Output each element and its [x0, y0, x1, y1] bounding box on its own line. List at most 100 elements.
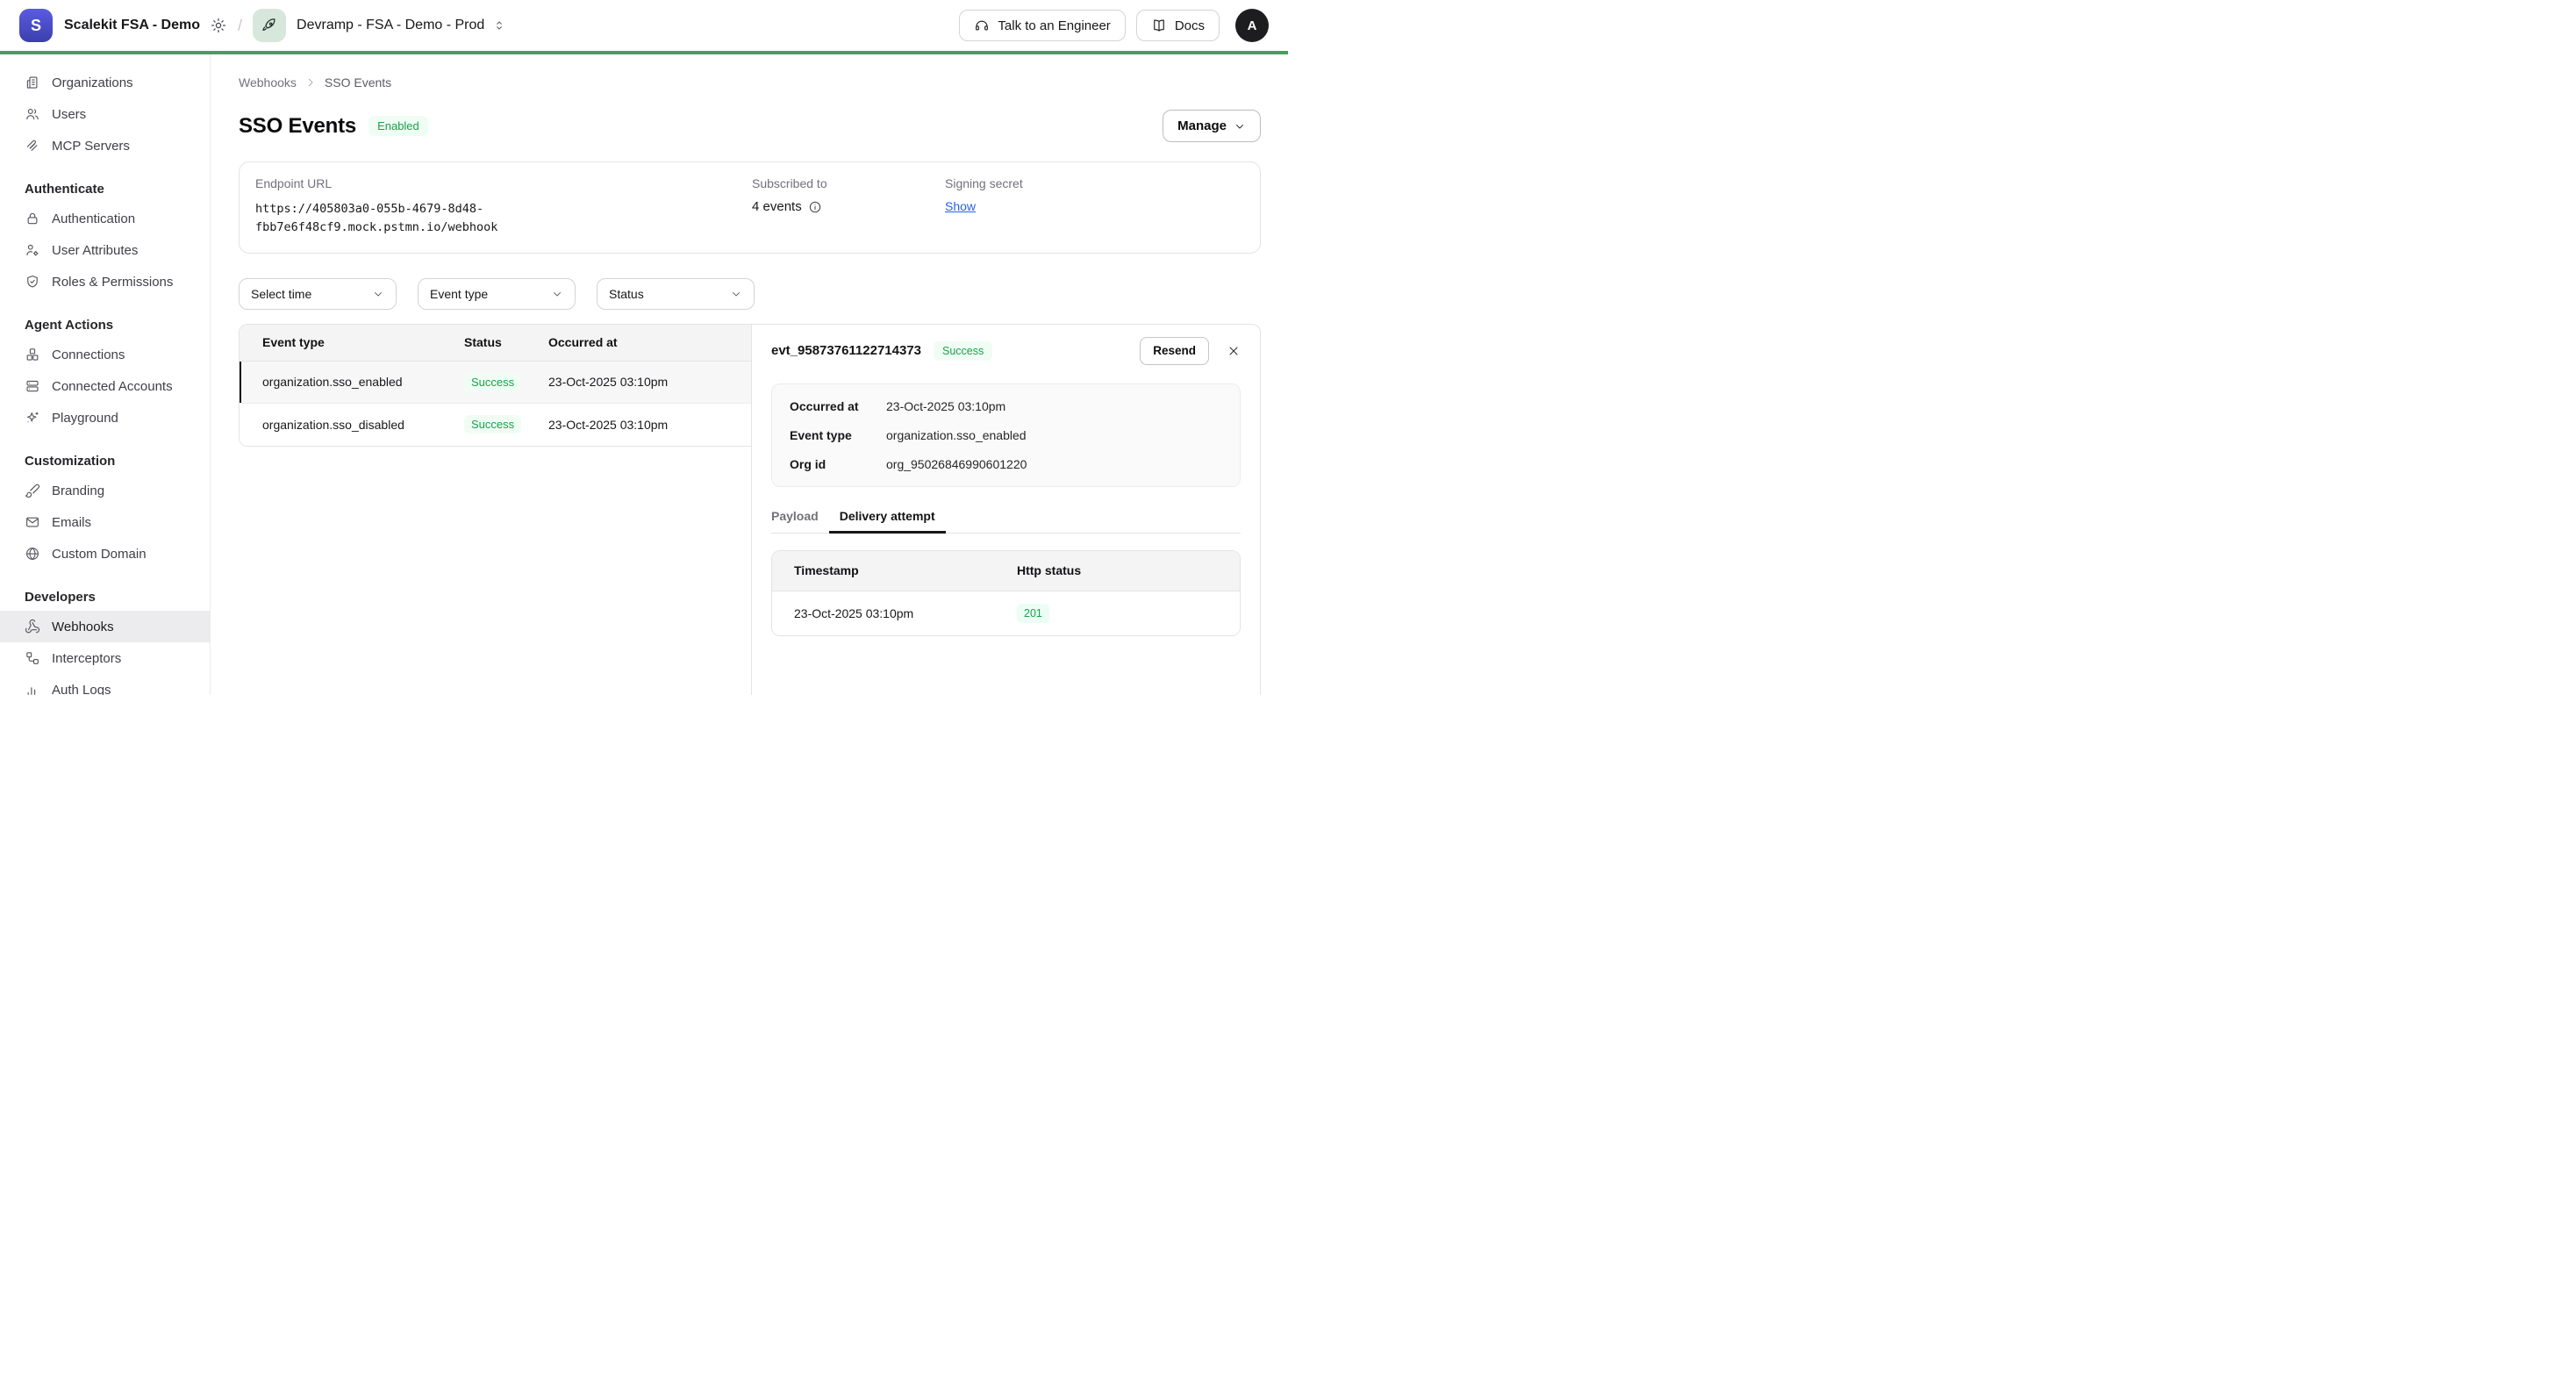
timestamp-cell: 23-Oct-2025 03:10pm — [772, 606, 1017, 620]
status-filter-label: Status — [609, 287, 644, 301]
sidebar-label: Interceptors — [52, 651, 121, 666]
filters-row: Select time Event type Status — [239, 278, 1261, 310]
breadcrumb-webhooks[interactable]: Webhooks — [239, 75, 297, 90]
sidebar-item-playground[interactable]: Playground — [0, 402, 210, 433]
sidebar-item-roles-permissions[interactable]: Roles & Permissions — [0, 266, 210, 297]
column-timestamp: Timestamp — [772, 563, 1017, 577]
interceptor-nodes-icon — [25, 650, 40, 666]
status-filter-dropdown[interactable]: Status — [597, 278, 755, 310]
shield-check-icon — [25, 274, 40, 290]
resend-button[interactable]: Resend — [1140, 337, 1209, 365]
mcp-icon — [25, 138, 40, 154]
sidebar-item-user-attributes[interactable]: User Attributes — [0, 234, 210, 266]
chevron-right-icon — [304, 76, 317, 89]
chevron-down-icon — [372, 288, 384, 300]
meta-row-org-id: Org id org_95026846990601220 — [790, 457, 1222, 471]
sparkle-icon — [25, 410, 40, 426]
sidebar-item-connections[interactable]: Connections — [0, 339, 210, 370]
webhook-icon — [25, 619, 40, 634]
page-header: SSO Events Enabled Manage — [239, 110, 1261, 142]
sidebar-label: Branding — [52, 484, 104, 498]
events-list-panel: Event type Status Occurred at organizati… — [239, 324, 751, 695]
subscribed-info-button[interactable] — [808, 200, 822, 214]
sidebar-item-emails[interactable]: Emails — [0, 506, 210, 538]
event-type-cell: organization.sso_enabled — [240, 375, 464, 389]
event-meta-card: Occurred at 23-Oct-2025 03:10pm Event ty… — [771, 383, 1241, 487]
gear-icon — [210, 17, 227, 34]
lock-icon — [25, 211, 40, 226]
delivery-attempts-table: Timestamp Http status 23-Oct-2025 03:10p… — [771, 550, 1241, 636]
column-occurred-at: Occurred at — [548, 335, 751, 349]
talk-to-engineer-label: Talk to an Engineer — [998, 18, 1110, 33]
endpoint-url-block: Endpoint URL https://405803a0-055b-4679-… — [255, 176, 752, 237]
workspace-name[interactable]: Scalekit FSA - Demo — [64, 18, 200, 33]
delivery-attempt-row[interactable]: 23-Oct-2025 03:10pm 201 — [772, 591, 1240, 635]
sidebar-section-customization: Customization — [0, 454, 210, 469]
occurred-at-cell: 23-Oct-2025 03:10pm — [548, 375, 751, 389]
close-icon — [1227, 344, 1241, 358]
sidebar-item-users[interactable]: Users — [0, 98, 210, 130]
tab-payload[interactable]: Payload — [771, 509, 829, 534]
sidebar-item-auth-logs[interactable]: Auth Logs — [0, 674, 210, 695]
building-icon — [25, 75, 40, 90]
event-status-badge: Success — [934, 341, 992, 361]
breadcrumb-sso-events: SSO Events — [325, 75, 391, 90]
meta-value: organization.sso_enabled — [886, 428, 1027, 442]
event-detail-panel: evt_95873761122714373 Success Resend Occ… — [751, 324, 1261, 695]
workspace-logo[interactable]: S — [19, 9, 53, 42]
workspace-settings-button[interactable] — [210, 17, 227, 34]
endpoint-summary-card: Endpoint URL https://405803a0-055b-4679-… — [239, 161, 1261, 254]
docs-button[interactable]: Docs — [1136, 10, 1220, 41]
sidebar-section-authenticate: Authenticate — [0, 182, 210, 197]
meta-value: 23-Oct-2025 03:10pm — [886, 399, 1005, 413]
endpoint-url-value: https://405803a0-055b-4679-8d48- fbb7e6f… — [255, 200, 505, 237]
close-detail-button[interactable] — [1227, 344, 1241, 358]
table-row-sso-enabled[interactable]: organization.sso_enabled Success 23-Oct-… — [240, 362, 751, 404]
sidebar-item-connected-accounts[interactable]: Connected Accounts — [0, 370, 210, 402]
time-filter-dropdown[interactable]: Select time — [239, 278, 397, 310]
sidebar-label: Custom Domain — [52, 547, 147, 562]
event-type-filter-dropdown[interactable]: Event type — [418, 278, 576, 310]
page-title: SSO Events — [239, 114, 356, 139]
column-status: Status — [464, 335, 548, 349]
sidebar-item-interceptors[interactable]: Interceptors — [0, 642, 210, 674]
project-name[interactable]: Devramp - FSA - Demo - Prod — [297, 18, 484, 33]
signing-secret-label: Signing secret — [945, 176, 1260, 190]
status-badge: Success — [464, 415, 521, 433]
talk-to-engineer-button[interactable]: Talk to an Engineer — [959, 10, 1125, 41]
chevron-down-icon — [551, 288, 563, 300]
sidebar-item-webhooks[interactable]: Webhooks — [0, 611, 210, 642]
sidebar-item-mcp-servers[interactable]: MCP Servers — [0, 130, 210, 161]
cubes-icon — [25, 347, 40, 362]
sidebar-label: Authentication — [52, 211, 135, 226]
sidebar-item-authentication[interactable]: Authentication — [0, 203, 210, 234]
sidebar-item-organizations[interactable]: Organizations — [0, 67, 210, 98]
show-secret-link[interactable]: Show — [945, 199, 976, 213]
path-separator: / — [238, 17, 242, 35]
events-table: Event type Status Occurred at organizati… — [239, 324, 751, 447]
events-table-header: Event type Status Occurred at — [240, 325, 751, 362]
topbar: S Scalekit FSA - Demo / Devramp - FSA - … — [0, 0, 1288, 54]
detail-tabs: Payload Delivery attempt — [771, 509, 1241, 534]
sidebar-label: MCP Servers — [52, 139, 130, 154]
sidebar-section-agent-actions: Agent Actions — [0, 318, 210, 333]
chevron-down-icon — [730, 288, 742, 300]
book-icon — [1151, 18, 1167, 33]
time-filter-label: Select time — [251, 287, 311, 301]
project-badge[interactable] — [253, 9, 286, 42]
sidebar-item-custom-domain[interactable]: Custom Domain — [0, 538, 210, 570]
server-icon — [25, 378, 40, 394]
manage-label: Manage — [1177, 118, 1227, 133]
user-avatar[interactable]: A — [1235, 9, 1269, 42]
delivery-table-header: Timestamp Http status — [772, 551, 1240, 591]
sidebar-label: Auth Logs — [52, 683, 111, 696]
event-type-cell: organization.sso_disabled — [240, 418, 464, 432]
table-row-sso-disabled[interactable]: organization.sso_disabled Success 23-Oct… — [240, 404, 751, 446]
enabled-status-badge: Enabled — [369, 116, 428, 136]
project-switcher-button[interactable] — [492, 18, 506, 32]
status-badge: Success — [464, 373, 521, 391]
tab-delivery-attempt[interactable]: Delivery attempt — [829, 509, 946, 534]
manage-button[interactable]: Manage — [1163, 110, 1261, 142]
headphones-icon — [974, 18, 990, 33]
sidebar-item-branding[interactable]: Branding — [0, 475, 210, 506]
